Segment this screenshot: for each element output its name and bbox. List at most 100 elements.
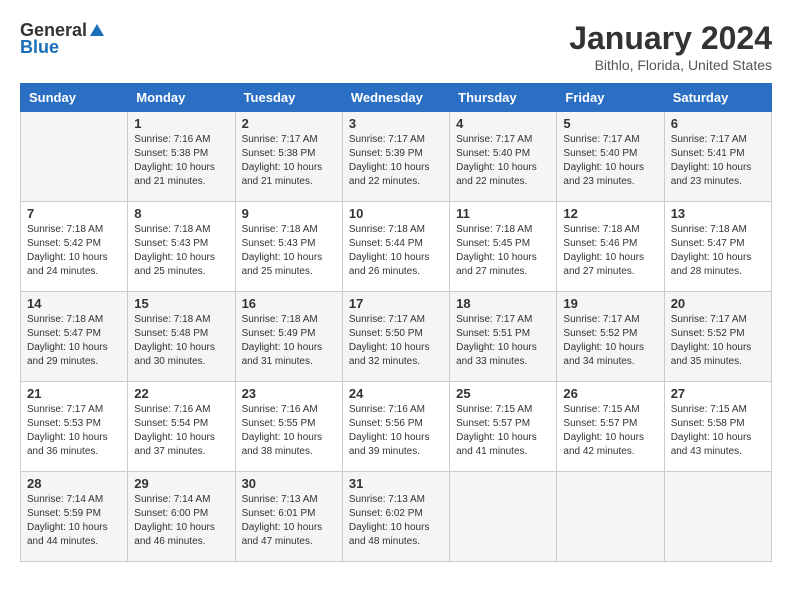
day-info: Sunrise: 7:18 AM Sunset: 5:43 PM Dayligh… xyxy=(242,223,336,279)
column-header-friday: Friday xyxy=(557,84,664,112)
calendar-cell: 20Sunrise: 7:17 AM Sunset: 5:52 PM Dayli… xyxy=(664,292,771,382)
day-number: 23 xyxy=(242,386,336,401)
calendar-cell: 21 Sunrise: 7:17 AM Sunset: 5:53 PM Dayli… xyxy=(21,382,128,472)
week-row-4: 21 Sunrise: 7:17 AM Sunset: 5:53 PM Dayli… xyxy=(21,382,772,472)
day-info: Sunrise: 7:17 AM Sunset: 5:40 PM Dayligh… xyxy=(563,133,657,189)
calendar-cell: 2 Sunrise: 7:17 AM Sunset: 5:38 PM Daylig… xyxy=(235,112,342,202)
column-header-tuesday: Tuesday xyxy=(235,84,342,112)
day-number: 30 xyxy=(242,476,336,491)
calendar-cell: 1 Sunrise: 7:16 AM Sunset: 5:38 PM Daylig… xyxy=(128,112,235,202)
calendar-cell: 29 Sunrise: 7:14 AM Sunset: 6:00 PM Dayli… xyxy=(128,472,235,562)
day-number: 16 xyxy=(242,296,336,311)
day-number: 14 xyxy=(27,296,121,311)
calendar-cell: 31 Sunrise: 7:13 AM Sunset: 6:02 PM Dayli… xyxy=(342,472,449,562)
day-number: 7 xyxy=(27,206,121,221)
day-number: 6 xyxy=(671,116,765,131)
day-number: 20 xyxy=(671,296,765,311)
day-info: Sunrise: 7:18 AM Sunset: 5:49 PM Dayligh… xyxy=(242,313,336,369)
logo-blue: Blue xyxy=(20,37,59,58)
day-info: Sunrise: 7:14 AM Sunset: 5:59 PM Dayligh… xyxy=(27,493,121,549)
day-info: Sunrise: 7:13 AM Sunset: 6:02 PM Dayligh… xyxy=(349,493,443,549)
calendar-cell: 10 Sunrise: 7:18 AM Sunset: 5:44 PM Dayli… xyxy=(342,202,449,292)
calendar-cell xyxy=(557,472,664,562)
day-number: 25 xyxy=(456,386,550,401)
calendar-header-row: SundayMondayTuesdayWednesdayThursdayFrid… xyxy=(21,84,772,112)
day-info: Sunrise: 7:18 AM Sunset: 5:46 PM Dayligh… xyxy=(563,223,657,279)
calendar-cell: 17Sunrise: 7:17 AM Sunset: 5:50 PM Dayli… xyxy=(342,292,449,382)
day-info: Sunrise: 7:16 AM Sunset: 5:56 PM Dayligh… xyxy=(349,403,443,459)
day-info: Sunrise: 7:17 AM Sunset: 5:41 PM Dayligh… xyxy=(671,133,765,189)
day-number: 13 xyxy=(671,206,765,221)
calendar-cell: 25 Sunrise: 7:15 AM Sunset: 5:57 PM Dayli… xyxy=(450,382,557,472)
day-number: 4 xyxy=(456,116,550,131)
calendar-cell: 26Sunrise: 7:15 AM Sunset: 5:57 PM Dayli… xyxy=(557,382,664,472)
day-number: 9 xyxy=(242,206,336,221)
page-header: General Blue January 2024 Bithlo, Florid… xyxy=(20,20,772,73)
day-number: 24 xyxy=(349,386,443,401)
logo-arrow-icon xyxy=(90,24,104,36)
day-info: Sunrise: 7:18 AM Sunset: 5:44 PM Dayligh… xyxy=(349,223,443,279)
week-row-1: 1 Sunrise: 7:16 AM Sunset: 5:38 PM Daylig… xyxy=(21,112,772,202)
calendar-cell: 28 Sunrise: 7:14 AM Sunset: 5:59 PM Dayli… xyxy=(21,472,128,562)
day-number: 29 xyxy=(134,476,228,491)
day-number: 5 xyxy=(563,116,657,131)
day-info: Sunrise: 7:18 AM Sunset: 5:42 PM Dayligh… xyxy=(27,223,121,279)
day-info: Sunrise: 7:16 AM Sunset: 5:55 PM Dayligh… xyxy=(242,403,336,459)
calendar-cell: 15 Sunrise: 7:18 AM Sunset: 5:48 PM Dayli… xyxy=(128,292,235,382)
calendar-cell: 13Sunrise: 7:18 AM Sunset: 5:47 PM Dayli… xyxy=(664,202,771,292)
calendar-cell: 18Sunrise: 7:17 AM Sunset: 5:51 PM Dayli… xyxy=(450,292,557,382)
day-number: 19 xyxy=(563,296,657,311)
title-area: January 2024 Bithlo, Florida, United Sta… xyxy=(569,20,772,73)
day-info: Sunrise: 7:17 AM Sunset: 5:40 PM Dayligh… xyxy=(456,133,550,189)
calendar-cell: 11Sunrise: 7:18 AM Sunset: 5:45 PM Dayli… xyxy=(450,202,557,292)
day-info: Sunrise: 7:18 AM Sunset: 5:43 PM Dayligh… xyxy=(134,223,228,279)
week-row-3: 14Sunrise: 7:18 AM Sunset: 5:47 PM Dayli… xyxy=(21,292,772,382)
day-number: 26 xyxy=(563,386,657,401)
day-number: 21 xyxy=(27,386,121,401)
calendar-cell: 30 Sunrise: 7:13 AM Sunset: 6:01 PM Dayli… xyxy=(235,472,342,562)
day-number: 12 xyxy=(563,206,657,221)
day-number: 28 xyxy=(27,476,121,491)
week-row-2: 7 Sunrise: 7:18 AM Sunset: 5:42 PM Daylig… xyxy=(21,202,772,292)
day-number: 1 xyxy=(134,116,228,131)
calendar-cell: 7 Sunrise: 7:18 AM Sunset: 5:42 PM Daylig… xyxy=(21,202,128,292)
calendar-cell: 23 Sunrise: 7:16 AM Sunset: 5:55 PM Dayli… xyxy=(235,382,342,472)
calendar-cell: 12 Sunrise: 7:18 AM Sunset: 5:46 PM Dayli… xyxy=(557,202,664,292)
calendar-cell: 27Sunrise: 7:15 AM Sunset: 5:58 PM Dayli… xyxy=(664,382,771,472)
calendar-cell xyxy=(21,112,128,202)
week-row-5: 28 Sunrise: 7:14 AM Sunset: 5:59 PM Dayli… xyxy=(21,472,772,562)
day-info: Sunrise: 7:15 AM Sunset: 5:58 PM Dayligh… xyxy=(671,403,765,459)
calendar-cell: 4 Sunrise: 7:17 AM Sunset: 5:40 PM Daylig… xyxy=(450,112,557,202)
day-info: Sunrise: 7:18 AM Sunset: 5:48 PM Dayligh… xyxy=(134,313,228,369)
day-info: Sunrise: 7:13 AM Sunset: 6:01 PM Dayligh… xyxy=(242,493,336,549)
day-number: 15 xyxy=(134,296,228,311)
column-header-monday: Monday xyxy=(128,84,235,112)
day-info: Sunrise: 7:17 AM Sunset: 5:52 PM Dayligh… xyxy=(563,313,657,369)
calendar-cell xyxy=(664,472,771,562)
day-number: 11 xyxy=(456,206,550,221)
calendar-cell: 19 Sunrise: 7:17 AM Sunset: 5:52 PM Dayli… xyxy=(557,292,664,382)
calendar-cell: 6 Sunrise: 7:17 AM Sunset: 5:41 PM Daylig… xyxy=(664,112,771,202)
calendar-title: January 2024 xyxy=(569,20,772,57)
day-info: Sunrise: 7:17 AM Sunset: 5:53 PM Dayligh… xyxy=(27,403,121,459)
day-number: 2 xyxy=(242,116,336,131)
column-header-thursday: Thursday xyxy=(450,84,557,112)
calendar-table: SundayMondayTuesdayWednesdayThursdayFrid… xyxy=(20,83,772,562)
day-number: 31 xyxy=(349,476,443,491)
day-info: Sunrise: 7:14 AM Sunset: 6:00 PM Dayligh… xyxy=(134,493,228,549)
day-number: 22 xyxy=(134,386,228,401)
day-info: Sunrise: 7:17 AM Sunset: 5:51 PM Dayligh… xyxy=(456,313,550,369)
day-info: Sunrise: 7:15 AM Sunset: 5:57 PM Dayligh… xyxy=(456,403,550,459)
calendar-cell: 3 Sunrise: 7:17 AM Sunset: 5:39 PM Daylig… xyxy=(342,112,449,202)
day-info: Sunrise: 7:16 AM Sunset: 5:38 PM Dayligh… xyxy=(134,133,228,189)
calendar-subtitle: Bithlo, Florida, United States xyxy=(569,57,772,73)
day-info: Sunrise: 7:17 AM Sunset: 5:38 PM Dayligh… xyxy=(242,133,336,189)
calendar-cell: 8 Sunrise: 7:18 AM Sunset: 5:43 PM Daylig… xyxy=(128,202,235,292)
day-info: Sunrise: 7:17 AM Sunset: 5:50 PM Dayligh… xyxy=(349,313,443,369)
column-header-wednesday: Wednesday xyxy=(342,84,449,112)
day-number: 10 xyxy=(349,206,443,221)
day-number: 3 xyxy=(349,116,443,131)
calendar-cell: 22Sunrise: 7:16 AM Sunset: 5:54 PM Dayli… xyxy=(128,382,235,472)
day-info: Sunrise: 7:17 AM Sunset: 5:39 PM Dayligh… xyxy=(349,133,443,189)
day-number: 8 xyxy=(134,206,228,221)
